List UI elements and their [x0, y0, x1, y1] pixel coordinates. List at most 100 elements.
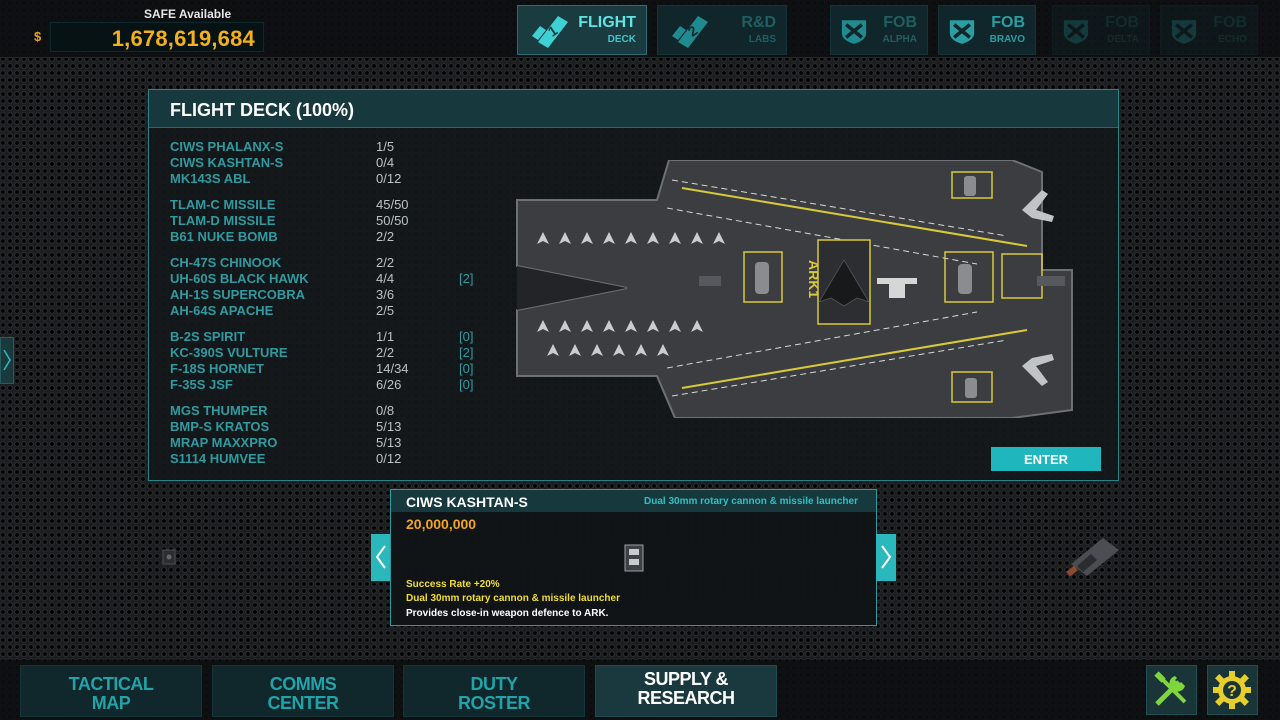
card-header: CIWS KASHTAN-S Dual 30mm rotary cannon &… [391, 490, 876, 512]
inventory-row[interactable]: UH-60S BLACK HAWK 4/4 [2] [170, 271, 490, 287]
item-count: 3/6 [376, 287, 395, 302]
nav-tactical-map[interactable]: TACTICAL MAP [20, 665, 202, 717]
side-drawer-tab[interactable] [0, 337, 14, 384]
item-short-desc: Dual 30mm rotary cannon & missile launch… [644, 496, 858, 507]
tab-fob-alpha[interactable]: FOB ALPHA [830, 5, 928, 55]
inventory-row[interactable]: TLAM-D MISSILE 50/50 [170, 213, 490, 229]
item-count: 2/2 [376, 229, 395, 244]
nav-label-line2: MAP [91, 693, 131, 713]
item-count: 6/26 [376, 377, 402, 392]
inventory-row[interactable]: CIWS KASHTAN-S 0/4 [170, 155, 490, 171]
funds-value: 1,678,619,684 [111, 26, 255, 51]
item-name: MGS THUMPER [170, 403, 268, 418]
item-stat-success-rate: Success Rate +20% [406, 579, 500, 590]
nav-label-line1: TACTICAL [68, 674, 154, 694]
item-name: CIWS KASHTAN-S [406, 494, 528, 510]
ciws-turret-icon [624, 544, 644, 572]
ship-marking: ARK1 [806, 260, 822, 298]
inventory-row[interactable]: MK143S ABL 0/12 [170, 171, 490, 187]
fob-shield-icon [1063, 20, 1089, 44]
inventory-row[interactable]: TLAM-C MISSILE 45/50 [170, 197, 490, 213]
previous-item-button[interactable] [371, 534, 391, 581]
inventory-group-defence: CIWS PHALANX-S 1/5 CIWS KASHTAN-S 0/4 MK14… [170, 139, 490, 187]
nav-label-line1: DUTY [470, 674, 519, 694]
tab-label-main: FOB [991, 14, 1025, 31]
next-item-button[interactable] [876, 534, 896, 581]
inventory-list: CIWS PHALANX-S 1/5 CIWS KASHTAN-S 0/4 MK14… [170, 139, 490, 477]
flight-deck-panel: FLIGHT DECK (100%) CIWS PHALANX-S 1/5 CIW… [148, 89, 1119, 481]
ark-carrier-image: ARK1 [516, 160, 1073, 418]
item-name: TLAM-D MISSILE [170, 213, 276, 228]
item-count: 2/2 [376, 255, 395, 270]
tab-fob-bravo[interactable]: FOB BRAVO [938, 5, 1036, 55]
nav-label-line1: COMMS [269, 674, 337, 694]
item-name: KC-390S VULTURE [170, 345, 288, 360]
item-price: 20,000,000 [406, 516, 477, 532]
tab-fob-echo[interactable]: FOB ECHO [1160, 5, 1258, 55]
item-count: 0/12 [376, 171, 402, 186]
currency-symbol: $ [34, 29, 42, 44]
inventory-row[interactable]: S1114 HUMVEE 0/12 [170, 451, 490, 467]
tab-label-sub: DELTA [1107, 34, 1139, 45]
tab-flight-deck[interactable]: 1 FLIGHT DECK [517, 5, 647, 55]
item-name: S1114 HUMVEE [170, 451, 266, 466]
inventory-row[interactable]: B-2S SPIRIT 1/1 [0] [170, 329, 490, 345]
item-name: CH-47S CHINOOK [170, 255, 282, 270]
nav-label-line1: SUPPLY & [643, 669, 729, 689]
tab-fob-delta[interactable]: FOB DELTA [1052, 5, 1150, 55]
item-count: 45/50 [376, 197, 409, 212]
nav-supply-research[interactable]: SUPPLY & RESEARCH [595, 665, 777, 717]
inventory-row[interactable]: CH-47S CHINOOK 2/2 [170, 255, 490, 271]
tab-label-sub: LABS [748, 34, 776, 45]
item-name: CIWS KASHTAN-S [170, 155, 284, 170]
inventory-row[interactable]: MRAP MAXXPRO 5/13 [170, 435, 490, 451]
item-name: AH-1S SUPERCOBRA [170, 287, 306, 302]
inventory-row[interactable]: BMP-S KRATOS 5/13 [170, 419, 490, 435]
inventory-row[interactable]: F-35S JSF 6/26 [0] [170, 377, 490, 393]
nav-label-line2: ROSTER [457, 693, 531, 713]
nav-duty-roster[interactable]: DUTY ROSTER [403, 665, 585, 717]
tools-icon [1154, 671, 1187, 706]
item-deployed-badge: [0] [459, 361, 474, 376]
item-count: 5/13 [376, 435, 402, 450]
tab-label-main: R&D [741, 14, 776, 31]
item-count: 2/5 [376, 303, 395, 318]
chevron-right-icon [881, 545, 892, 569]
nav-comms-center[interactable]: COMMS CENTER [212, 665, 394, 717]
tab-rnd-labs[interactable]: 2 R&D LABS [657, 5, 787, 55]
inventory-row[interactable]: AH-1S SUPERCOBRA 3/6 [170, 287, 490, 303]
item-deployed-badge: [2] [459, 271, 474, 286]
item-name: MRAP MAXXPRO [170, 435, 278, 450]
inventory-row[interactable]: KC-390S VULTURE 2/2 [2] [170, 345, 490, 361]
item-deployed-badge: [0] [459, 377, 474, 392]
inventory-row[interactable]: CIWS PHALANX-S 1/5 [170, 139, 490, 155]
item-preview-vehicle-icon [1066, 538, 1119, 577]
item-name: AH-64S APACHE [170, 303, 274, 318]
inventory-row[interactable]: AH-64S APACHE 2/5 [170, 303, 490, 319]
tab-label-main: FOB [883, 14, 917, 31]
enter-button[interactable]: ENTER [991, 447, 1101, 471]
help-settings-button[interactable]: ? [1207, 665, 1258, 715]
inventory-group-aircraft: B-2S SPIRIT 1/1 [0] KC-390S VULTURE 2/2 [2] … [170, 329, 490, 393]
help-gear-icon: ? [1213, 671, 1251, 709]
item-count: 1/5 [376, 139, 395, 154]
inventory-row[interactable]: F-18S HORNET 14/34 [0] [170, 361, 490, 377]
item-name: CIWS PHALANX-S [170, 139, 284, 154]
item-count: 0/12 [376, 451, 402, 466]
funds-value-box: 1,678,619,684 [50, 22, 264, 52]
inventory-row[interactable]: MGS THUMPER 0/8 [170, 403, 490, 419]
item-count: 0/4 [376, 155, 395, 170]
item-deployed-badge: [2] [459, 345, 474, 360]
item-name: BMP-S KRATOS [170, 419, 270, 434]
item-name: F-35S JSF [170, 377, 233, 392]
tab-label-sub: ECHO [1218, 34, 1247, 45]
tab-label-main: FOB [1105, 14, 1139, 31]
item-stat-description: Dual 30mm rotary cannon & missile launch… [406, 593, 620, 604]
nav-label-line2: RESEARCH [637, 688, 735, 708]
tools-button[interactable] [1146, 665, 1197, 715]
inventory-row[interactable]: B61 NUKE BOMB 2/2 [170, 229, 490, 245]
item-count: 1/1 [376, 329, 395, 344]
item-count: 2/2 [376, 345, 395, 360]
item-name: B-2S SPIRIT [170, 329, 246, 344]
item-deployed-badge: [0] [459, 329, 474, 344]
